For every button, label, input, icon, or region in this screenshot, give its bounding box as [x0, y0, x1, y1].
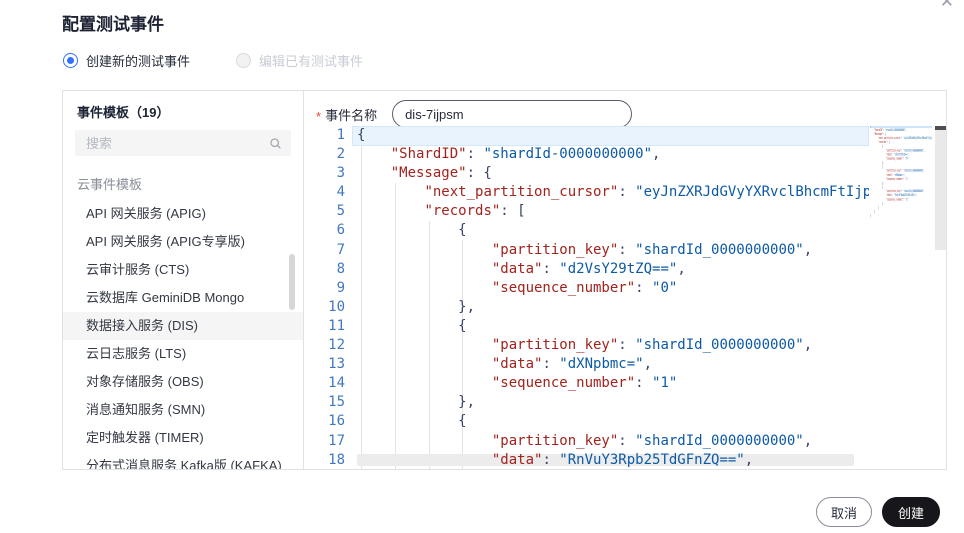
template-category-label: 云事件模板 [77, 177, 143, 192]
mode-radio-group: 创建新的测试事件 编辑已有测试事件 [63, 51, 363, 70]
radio-edit-label: 编辑已有测试事件 [259, 54, 364, 69]
sidebar-item[interactable]: 定时触发器 (TIMER) [63, 424, 303, 452]
template-sidebar: 事件模板（19） 云事件模板 API 网关服务 (APIG)API 网关服务 (… [63, 91, 304, 469]
close-icon[interactable]: ✕ [940, 0, 954, 10]
sidebar-item[interactable]: 对象存储服务 (OBS) [63, 368, 303, 396]
event-name-label: 事件名称 [325, 107, 378, 123]
event-name-row: * 事件名称 [316, 99, 633, 129]
page-title: 配置测试事件 [62, 15, 164, 34]
sidebar-item[interactable]: 分布式消息服务 Kafka版 (KAFKA) [63, 452, 303, 469]
event-config-pane: * 事件名称 123456789101112131415161718 { "Sh… [305, 91, 946, 469]
template-list-header: 事件模板（19） [77, 105, 170, 120]
sidebar-item[interactable]: 消息通知服务 (SMN) [63, 396, 303, 424]
line-number-gutter: 1 2 3 4 5 6 7 8 9 10 11 12 13 14 15 16 17 18 [328, 127, 345, 468]
sidebar-item[interactable]: 云数据库 GeminiDB Mongo [63, 284, 303, 312]
template-list: API 网关服务 (APIG) API 网关服务 (APIG专享版) 云审计服务 (… [63, 200, 303, 469]
template-search-box [75, 130, 291, 156]
scrollbar-thumb[interactable] [935, 126, 946, 130]
code-content[interactable]: { "ShardID": "shardId-0000000000", "Mess… [357, 126, 869, 469]
radio-selected-icon [63, 53, 78, 68]
radio-create-new[interactable]: 创建新的测试事件 [63, 51, 190, 70]
sidebar-item[interactable]: API 网关服务 (APIG专享版) [63, 228, 303, 256]
sidebar-item[interactable]: 云审计服务 (CTS) [63, 256, 303, 284]
search-input[interactable] [84, 134, 269, 152]
search-icon [270, 137, 281, 149]
config-panel: 事件模板（19） 云事件模板 API 网关服务 (APIG)API 网关服务 (… [62, 90, 947, 470]
editor-vertical-scrollbar[interactable] [935, 126, 946, 250]
json-code-editor[interactable]: 1 2 3 4 5 6 7 8 9 10 11 12 13 14 15 16 17 18 { "ShardID":… [305, 126, 946, 469]
sidebar-item[interactable]: 云日志服务 (LTS) [63, 340, 303, 368]
radio-create-label: 创建新的测试事件 [86, 54, 191, 69]
create-button[interactable]: 创建 [882, 497, 940, 527]
sidebar-scrollbar[interactable] [289, 254, 295, 310]
sidebar-item[interactable]: API 网关服务 (APIG) [63, 200, 303, 228]
sidebar-item[interactable]: 数据接入服务 (DIS) [63, 312, 303, 340]
radio-edit-existing[interactable]: 编辑已有测试事件 [236, 51, 363, 70]
minimap-content: { "ShardID": "shardId-0000000000", "Mess… [870, 126, 932, 218]
radio-disabled-icon [236, 53, 252, 68]
required-star: * [316, 108, 322, 124]
cancel-button[interactable]: 取消 [816, 497, 872, 527]
event-name-input[interactable] [392, 100, 633, 128]
editor-minimap[interactable]: { "ShardID": "shardId-0000000000", "Mess… [870, 126, 932, 256]
